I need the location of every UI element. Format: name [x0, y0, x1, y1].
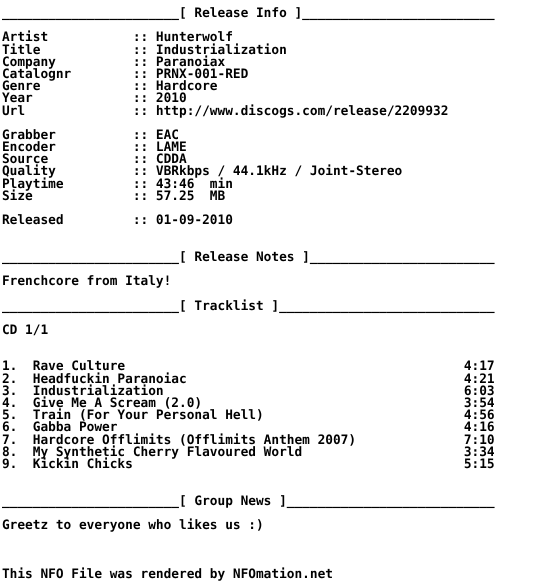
nfo-line-46: This NFO File was rendered by NFOmation.… [1, 566, 333, 582]
nfo-line-0: _______________________[ Release Info ]_… [1, 6, 495, 21]
nfo-line-27 [2, 337, 527, 349]
nfo-line-15: Size :: 57.25 MB [1, 188, 226, 204]
nfo-line-26: CD 1/1 [1, 322, 49, 338]
nfo-line-45 [2, 556, 527, 568]
nfo-line-20: _______________________[ Release Notes ]… [1, 249, 495, 265]
nfo-line-8: Url :: http://www.discogs.com/release/22… [1, 103, 449, 119]
nfo-line-42: Greetz to everyone who likes us :) [1, 517, 264, 533]
nfo-line-44 [2, 544, 527, 556]
nfo-line-40: _______________________[ Group News ]___… [1, 493, 495, 509]
nfo-line-22: Frenchcore from Italy! [1, 274, 172, 290]
nfo-line-38 [2, 471, 527, 483]
nfo-line-18 [2, 227, 527, 239]
nfo-line-25 [2, 313, 527, 325]
nfo-line-24: _______________________[ Tracklist ]____… [1, 298, 495, 314]
nfo-line-17: Released :: 01-09-2010 [1, 213, 233, 229]
nfo-text-body: _______________________[ Release Info ]_… [0, 0, 528, 582]
nfo-line-37: 9. Kickin Chicks 5:15 [1, 456, 495, 472]
nfo-line-43 [2, 532, 527, 544]
